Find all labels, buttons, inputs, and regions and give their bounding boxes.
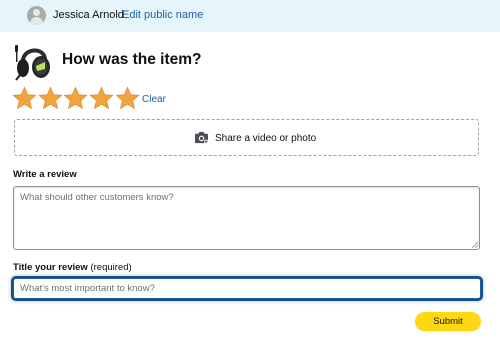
submit-button[interactable]: Submit — [415, 312, 481, 331]
public-profile-bar: Jessica Arnold Edit public name — [0, 0, 500, 32]
profile-name: Jessica Arnold — [53, 9, 124, 21]
clear-rating-link[interactable]: Clear — [142, 94, 166, 105]
star-5-icon[interactable] — [115, 86, 140, 111]
share-media-label: Share a video or photo — [215, 133, 317, 144]
user-avatar-icon — [27, 6, 46, 25]
review-title-label: Title your review (required) — [13, 262, 132, 273]
review-page: Jessica Arnold Edit public name How was … — [0, 0, 500, 355]
camera-icon — [195, 131, 209, 144]
headset-product-icon — [15, 45, 50, 81]
review-title-input[interactable] — [13, 278, 481, 299]
review-title-label-text: Title your review — [13, 262, 88, 273]
resize-grip-icon[interactable] — [472, 242, 478, 248]
required-indicator: (required) — [90, 262, 132, 273]
star-3-icon[interactable] — [63, 86, 88, 111]
star-1-icon[interactable] — [12, 86, 37, 111]
review-textarea[interactable] — [13, 186, 480, 250]
write-review-label: Write a review — [13, 169, 77, 180]
star-4-icon[interactable] — [89, 86, 114, 111]
star-2-icon[interactable] — [38, 86, 63, 111]
edit-public-name-link[interactable]: Edit public name — [122, 9, 203, 21]
star-rating[interactable] — [12, 86, 140, 112]
share-media-dropzone[interactable]: Share a video or photo — [14, 119, 479, 156]
rating-question-title: How was the item? — [62, 51, 202, 68]
